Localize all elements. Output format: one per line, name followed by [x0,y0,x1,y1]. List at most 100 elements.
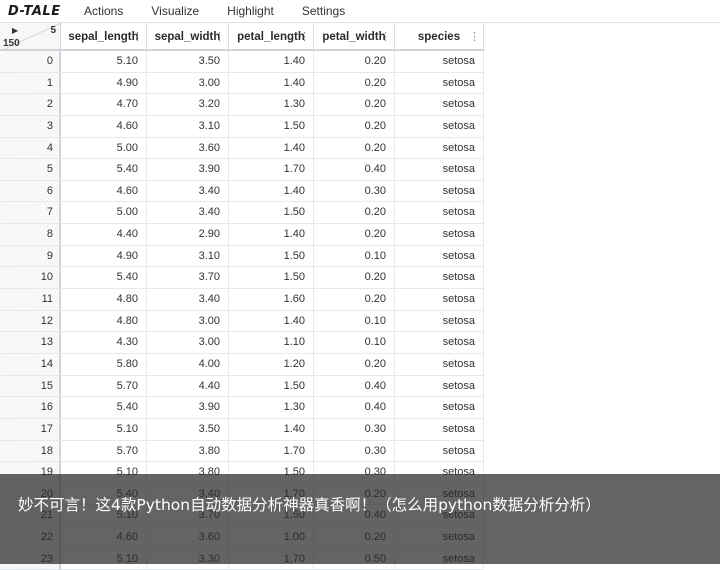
table-cell[interactable]: 0.20 [314,224,395,246]
table-cell[interactable]: setosa [395,418,484,441]
table-row[interactable]: 11 4.80 3.40 1.60 0.20 setosa [0,289,484,311]
table-cell[interactable]: setosa [395,267,484,290]
table-cell[interactable]: 3.10 [147,245,229,268]
table-cell[interactable]: setosa [395,440,484,463]
table-cell[interactable]: 0.30 [314,418,395,441]
table-cell[interactable]: 4.60 [61,115,147,138]
table-cell[interactable]: 0.40 [314,397,395,419]
table-cell[interactable]: 5.40 [61,267,147,290]
table-cell[interactable]: 4.30 [61,332,147,354]
table-row[interactable]: 18 5.70 3.80 1.70 0.30 setosa [0,440,484,463]
table-row[interactable]: 17 5.10 3.50 1.40 0.30 setosa [0,418,484,441]
table-row[interactable]: 9 4.90 3.10 1.50 0.10 setosa [0,245,484,268]
column-menu-icon[interactable]: ⋮ [132,23,143,51]
table-cell[interactable]: setosa [395,159,484,181]
column-header-sepal-length[interactable]: sepal_length ⋮ [61,23,147,51]
table-cell[interactable]: setosa [395,375,484,398]
table-cell[interactable]: 5.70 [61,440,147,463]
column-header-sepal-width[interactable]: sepal_width ⋮ [147,23,229,51]
table-cell[interactable]: 3.40 [147,202,229,225]
table-cell[interactable]: 3.90 [147,159,229,181]
table-cell[interactable]: setosa [395,224,484,246]
table-cell[interactable]: 5.80 [61,353,147,376]
table-row[interactable]: 3 4.60 3.10 1.50 0.20 setosa [0,115,484,138]
expand-arrow-icon[interactable]: ▶ [12,26,18,35]
table-cell[interactable]: setosa [395,310,484,333]
table-row[interactable]: 6 4.60 3.40 1.40 0.30 setosa [0,180,484,203]
table-cell[interactable]: 3.80 [147,440,229,463]
table-cell[interactable]: 1.70 [229,440,314,463]
table-cell[interactable]: setosa [395,353,484,376]
table-cell[interactable]: setosa [395,137,484,160]
table-cell[interactable]: 3.50 [147,51,229,73]
table-cell[interactable]: 0.40 [314,159,395,181]
table-row[interactable]: 14 5.80 4.00 1.20 0.20 setosa [0,353,484,376]
table-cell[interactable]: 3.00 [147,332,229,354]
table-cell[interactable]: 1.50 [229,375,314,398]
table-cell[interactable]: 0.20 [314,72,395,95]
table-cell[interactable]: 4.90 [61,245,147,268]
table-cell[interactable]: 5.10 [61,51,147,73]
table-cell[interactable]: 1.70 [229,159,314,181]
table-cell[interactable]: 0.20 [314,137,395,160]
table-cell[interactable]: setosa [395,245,484,268]
column-menu-icon[interactable]: ⋮ [469,23,480,51]
table-cell[interactable]: 1.10 [229,332,314,354]
table-cell[interactable]: setosa [395,397,484,419]
table-cell[interactable]: 1.50 [229,245,314,268]
table-cell[interactable]: 5.40 [61,397,147,419]
table-cell[interactable]: 1.40 [229,310,314,333]
table-cell[interactable]: 0.10 [314,332,395,354]
table-cell[interactable]: 1.50 [229,115,314,138]
table-cell[interactable]: 0.20 [314,289,395,311]
table-cell[interactable]: 3.90 [147,397,229,419]
table-cell[interactable]: 3.60 [147,137,229,160]
table-cell[interactable]: 4.40 [61,224,147,246]
table-cell[interactable]: 0.20 [314,115,395,138]
table-row[interactable]: 12 4.80 3.00 1.40 0.10 setosa [0,310,484,333]
table-cell[interactable]: 2.90 [147,224,229,246]
table-cell[interactable]: 4.80 [61,310,147,333]
menu-settings[interactable]: Settings [288,0,359,22]
column-header-petal-length[interactable]: petal_length ⋮ [229,23,314,51]
table-cell[interactable]: 1.40 [229,224,314,246]
table-cell[interactable]: 3.70 [147,267,229,290]
table-cell[interactable]: 4.60 [61,180,147,203]
table-cell[interactable]: 1.40 [229,180,314,203]
table-cell[interactable]: 3.40 [147,180,229,203]
table-cell[interactable]: setosa [395,94,484,116]
grid-corner[interactable]: ▶ 5 150 [0,23,61,51]
table-cell[interactable]: 0.20 [314,202,395,225]
menu-visualize[interactable]: Visualize [137,0,213,22]
table-row[interactable]: 13 4.30 3.00 1.10 0.10 setosa [0,332,484,354]
table-row[interactable]: 16 5.40 3.90 1.30 0.40 setosa [0,397,484,419]
table-cell[interactable]: setosa [395,289,484,311]
table-cell[interactable]: 0.30 [314,440,395,463]
table-cell[interactable]: 0.20 [314,267,395,290]
table-cell[interactable]: setosa [395,51,484,73]
table-cell[interactable]: 1.40 [229,418,314,441]
table-row[interactable]: 0 5.10 3.50 1.40 0.20 setosa [0,51,484,73]
table-cell[interactable]: 0.10 [314,245,395,268]
table-cell[interactable]: 4.00 [147,353,229,376]
table-cell[interactable]: 5.70 [61,375,147,398]
table-cell[interactable]: 3.00 [147,72,229,95]
table-cell[interactable]: 0.20 [314,94,395,116]
menu-highlight[interactable]: Highlight [213,0,288,22]
table-cell[interactable]: 1.50 [229,267,314,290]
table-cell[interactable]: setosa [395,72,484,95]
column-header-petal-width[interactable]: petal_width ⋮ [314,23,395,51]
table-cell[interactable]: 0.10 [314,310,395,333]
table-cell[interactable]: 3.10 [147,115,229,138]
menu-actions[interactable]: Actions [70,0,137,22]
table-cell[interactable]: 1.60 [229,289,314,311]
table-cell[interactable]: 1.30 [229,94,314,116]
table-row[interactable]: 7 5.00 3.40 1.50 0.20 setosa [0,202,484,225]
table-row[interactable]: 2 4.70 3.20 1.30 0.20 setosa [0,94,484,116]
table-cell[interactable]: 4.80 [61,289,147,311]
table-cell[interactable]: 5.10 [61,418,147,441]
table-cell[interactable]: 1.40 [229,51,314,73]
table-cell[interactable]: 0.30 [314,180,395,203]
table-cell[interactable]: 1.40 [229,137,314,160]
table-row[interactable]: 4 5.00 3.60 1.40 0.20 setosa [0,137,484,160]
